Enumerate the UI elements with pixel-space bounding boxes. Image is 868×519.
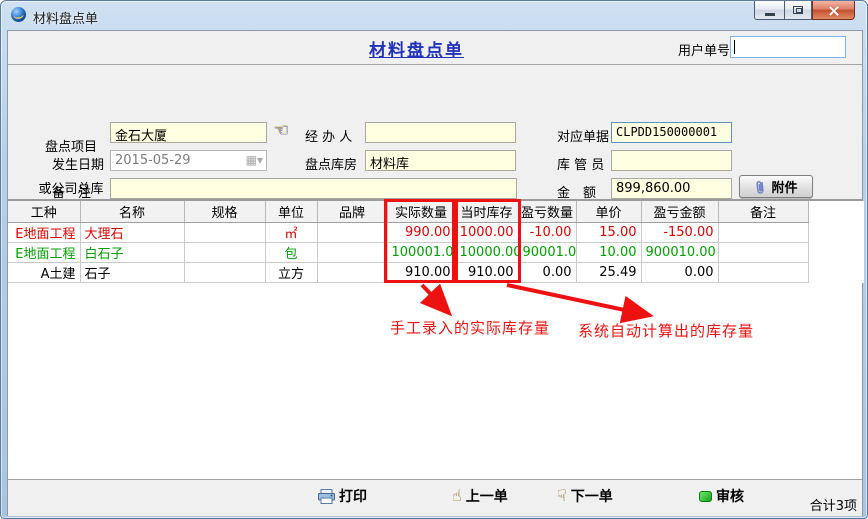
attachment-button[interactable]: 附件 — [739, 175, 813, 198]
titlebar: 材料盘点单 — [1, 1, 867, 30]
cell[interactable]: 15.00 — [576, 223, 641, 243]
cell[interactable]: 大理石 — [80, 223, 184, 243]
cell[interactable] — [184, 243, 265, 263]
text-caret — [734, 40, 735, 54]
highlight-box-actual-qty — [384, 199, 458, 283]
minimize-icon — [765, 13, 775, 16]
remark-field[interactable] — [110, 178, 517, 199]
user-no-label: 用户单号 — [678, 40, 730, 59]
window-controls — [754, 1, 855, 21]
previous-order-button[interactable]: ☝ 上一单 — [452, 486, 508, 506]
cell[interactable]: A土建 — [8, 263, 80, 283]
col-brand: 品牌 — [317, 201, 387, 223]
cell[interactable]: -150.00 — [641, 223, 718, 243]
col-spec: 规格 — [184, 201, 265, 223]
cell[interactable]: 90001.00 — [518, 243, 576, 263]
cell[interactable] — [718, 223, 808, 243]
cell[interactable]: 0.00 — [641, 263, 718, 283]
close-icon — [828, 5, 839, 16]
cell[interactable]: 立方 — [265, 263, 317, 283]
warehouse-field[interactable]: 材料库 — [365, 150, 516, 171]
hand-up-icon: ☝ — [452, 489, 462, 503]
cell[interactable]: -10.00 — [518, 223, 576, 243]
window-content: 材料盘点单 用户单号 盘点项目 或公司总库 金石大厦 ☜ 经 办 人 对应单据 … — [7, 30, 863, 516]
cell[interactable] — [718, 263, 808, 283]
maximize-button[interactable] — [784, 1, 812, 20]
calendar-icon: ▦ — [246, 153, 257, 167]
app-window: 材料盘点单 材料盘点单 用户单号 盘点项目 或公司总库 金石大厦 ☜ 经 办 人… — [0, 0, 868, 519]
window-title: 材料盘点单 — [33, 8, 98, 27]
audit-status-icon — [699, 491, 712, 502]
operator-field[interactable] — [365, 122, 516, 143]
cell[interactable] — [317, 243, 387, 263]
next-order-button[interactable]: ☟ 下一单 — [557, 486, 613, 506]
amount-field[interactable]: 899,860.00 — [611, 178, 732, 199]
print-button[interactable]: 打印 — [318, 486, 367, 506]
project-field[interactable]: 金石大厦 — [110, 122, 267, 143]
audit-button[interactable]: 审核 — [699, 486, 744, 506]
date-field[interactable]: 2015-05-29 ▦ ▾ — [110, 150, 267, 171]
page-title: 材料盘点单 — [369, 36, 464, 61]
date-label: 发生日期 — [52, 154, 104, 173]
col-filler — [808, 201, 864, 223]
cell[interactable]: 0.00 — [518, 263, 576, 283]
doc-no-label: 对应单据 — [557, 126, 609, 145]
bottom-toolbar: 打印 ☝ 上一单 ☟ 下一单 审核 合计3项 — [8, 479, 862, 516]
cell[interactable] — [317, 263, 387, 283]
col-unit-price: 单价 — [576, 201, 641, 223]
cell[interactable]: 包 — [265, 243, 317, 263]
col-worktype: 工种 — [8, 201, 80, 223]
col-name: 名称 — [80, 201, 184, 223]
maximize-icon — [793, 6, 803, 14]
paperclip-icon — [754, 178, 768, 195]
chevron-down-icon: ▾ — [257, 153, 263, 167]
close-button[interactable] — [812, 1, 855, 20]
col-unit: 单位 — [265, 201, 317, 223]
annotation-right: 系统自动计算出的库存量 — [578, 320, 754, 341]
cell[interactable]: 石子 — [80, 263, 184, 283]
warehouse-label: 盘点库房 — [305, 154, 357, 173]
cell[interactable]: 900010.00 — [641, 243, 718, 263]
keeper-label: 库 管 员 — [557, 154, 604, 173]
cell[interactable] — [184, 263, 265, 283]
operator-label: 经 办 人 — [305, 126, 352, 145]
minimize-button[interactable] — [754, 1, 784, 20]
cell[interactable]: 10.00 — [576, 243, 641, 263]
cell[interactable] — [718, 243, 808, 263]
total-count-label: 合计3项 — [810, 495, 857, 514]
annotation-left: 手工录入的实际库存量 — [390, 317, 550, 338]
cell[interactable]: E地面工程 — [8, 223, 80, 243]
date-picker-controls[interactable]: ▦ ▾ — [246, 153, 263, 167]
cell[interactable] — [317, 223, 387, 243]
cell[interactable]: 白石子 — [80, 243, 184, 263]
cell[interactable]: 25.49 — [576, 263, 641, 283]
lookup-hand-icon[interactable]: ☜ — [273, 120, 288, 140]
cell[interactable]: E地面工程 — [8, 243, 80, 263]
highlight-box-stock-then — [452, 199, 521, 283]
hand-down-icon: ☟ — [557, 489, 567, 503]
keeper-field[interactable] — [611, 150, 732, 171]
grid-area: 工种 名称 规格 单位 品牌 实际数量 当时库存 盈亏数量 单价 盈亏金额 备注 — [8, 199, 862, 479]
col-gainloss-amount: 盈亏金额 — [641, 201, 718, 223]
printer-icon — [318, 489, 335, 504]
form-area: 盘点项目 或公司总库 金石大厦 ☜ 经 办 人 对应单据 CLPDD150000… — [8, 66, 862, 199]
user-no-input[interactable] — [730, 36, 846, 58]
cell[interactable] — [184, 223, 265, 243]
header-strip: 材料盘点单 用户单号 — [8, 31, 862, 65]
col-gainloss-qty: 盈亏数量 — [518, 201, 576, 223]
col-remark: 备注 — [718, 201, 808, 223]
app-icon — [10, 6, 27, 23]
cell[interactable]: ㎡ — [265, 223, 317, 243]
doc-no-field[interactable]: CLPDD150000001 — [611, 122, 732, 143]
